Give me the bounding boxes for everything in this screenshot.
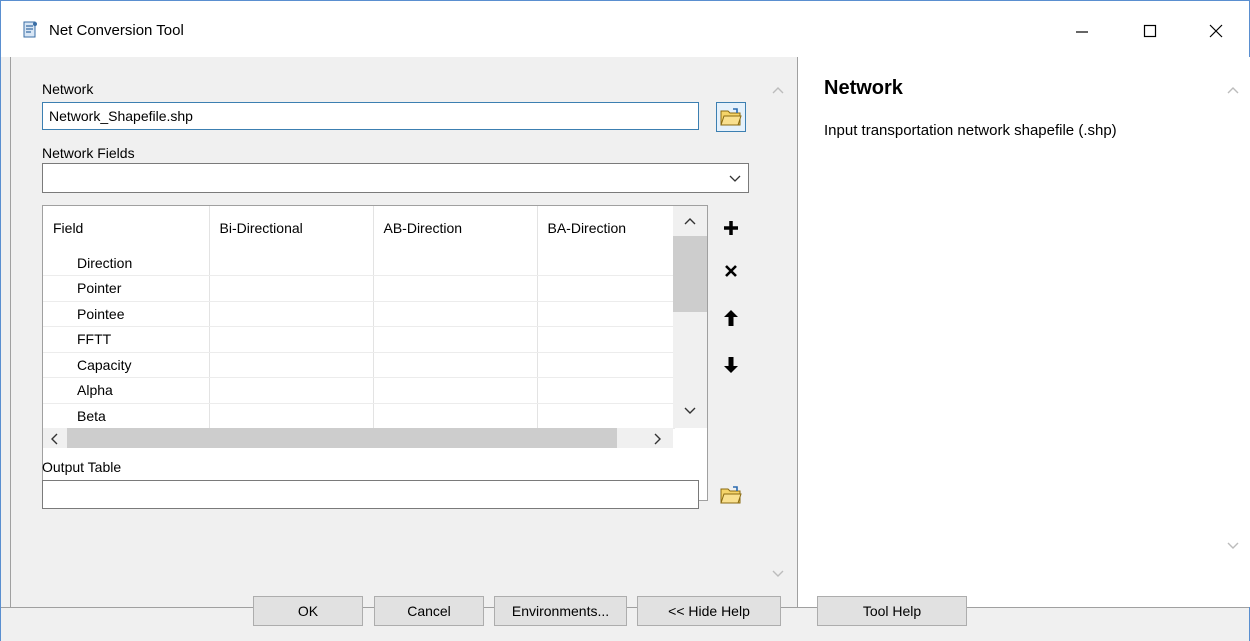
ab-direction-cell[interactable] bbox=[373, 403, 538, 429]
network-fields-dropdown[interactable] bbox=[42, 163, 749, 193]
ab-direction-cell[interactable] bbox=[373, 377, 538, 404]
bi-directional-cell[interactable] bbox=[209, 352, 374, 378]
bi-directional-cell[interactable] bbox=[209, 377, 374, 404]
minimize-icon bbox=[1076, 31, 1088, 33]
row-field-name: Capacity bbox=[43, 352, 210, 378]
ab-direction-cell[interactable] bbox=[373, 352, 538, 378]
open-folder-icon bbox=[720, 108, 742, 126]
column-header-ab-direction[interactable]: AB-Direction bbox=[373, 206, 538, 250]
output-table-input[interactable] bbox=[42, 480, 699, 509]
scroll-down-icon[interactable] bbox=[771, 569, 785, 579]
parameters-panel-scrollbar[interactable] bbox=[761, 57, 795, 607]
scroll-up-icon[interactable] bbox=[1226, 85, 1240, 95]
add-field-button[interactable] bbox=[716, 213, 746, 243]
close-button[interactable] bbox=[1193, 13, 1239, 49]
hide-help-button[interactable]: << Hide Help bbox=[637, 596, 781, 626]
network-fields-label: Network Fields bbox=[42, 145, 135, 161]
ba-direction-cell[interactable] bbox=[537, 250, 675, 276]
network-label: Network bbox=[42, 81, 94, 97]
table-row[interactable]: Alpha bbox=[43, 377, 675, 404]
ba-direction-cell[interactable] bbox=[537, 352, 675, 378]
column-header-field[interactable]: Field bbox=[43, 206, 210, 250]
ba-direction-cell[interactable] bbox=[537, 326, 675, 353]
chevron-down-icon bbox=[729, 175, 741, 182]
row-field-name: Pointer bbox=[43, 275, 210, 302]
network-input[interactable]: Network_Shapefile.shp bbox=[42, 102, 699, 130]
help-title: Network bbox=[824, 77, 903, 99]
help-panel: Network Input transportation network sha… bbox=[798, 57, 1250, 607]
fields-grid: Field Bi-Directional AB-Direction BA-Dir… bbox=[42, 205, 708, 501]
ba-direction-cell[interactable] bbox=[537, 377, 675, 404]
scroll-down-icon[interactable] bbox=[1226, 541, 1240, 551]
bi-directional-cell[interactable] bbox=[209, 301, 374, 327]
dialog-button-bar: OK Cancel Environments... << Hide Help T… bbox=[1, 596, 1249, 641]
row-field-name: Direction bbox=[43, 250, 210, 276]
output-table-browse-button[interactable] bbox=[716, 480, 746, 510]
table-row[interactable]: FFTT bbox=[43, 326, 675, 353]
net-conversion-tool-window: Net Conversion Tool Network Network_Shap… bbox=[0, 0, 1250, 641]
window-title: Net Conversion Tool bbox=[49, 22, 184, 39]
row-field-name: Beta bbox=[43, 403, 210, 429]
scroll-up-icon[interactable] bbox=[683, 216, 697, 226]
ok-button[interactable]: OK bbox=[253, 596, 363, 626]
table-row[interactable]: Direction bbox=[43, 250, 675, 276]
ab-direction-cell[interactable] bbox=[373, 326, 538, 353]
delete-icon bbox=[725, 265, 737, 277]
fields-table: Field Bi-Directional AB-Direction BA-Dir… bbox=[43, 206, 675, 429]
help-description: Input transportation network shapefile (… bbox=[824, 122, 1117, 139]
row-field-name: Alpha bbox=[43, 377, 210, 404]
tool-help-button[interactable]: Tool Help bbox=[817, 596, 967, 626]
scroll-up-icon[interactable] bbox=[771, 85, 785, 95]
grid-vertical-scrollbar[interactable] bbox=[673, 206, 707, 428]
ba-direction-cell[interactable] bbox=[537, 275, 675, 302]
bi-directional-cell[interactable] bbox=[209, 275, 374, 302]
arrow-up-icon bbox=[724, 310, 738, 326]
move-up-button[interactable] bbox=[716, 303, 746, 333]
maximize-icon bbox=[1143, 24, 1157, 38]
scroll-right-icon[interactable] bbox=[653, 432, 663, 446]
bi-directional-cell[interactable] bbox=[209, 250, 374, 276]
open-folder-icon bbox=[720, 486, 742, 504]
column-header-ba-direction[interactable]: BA-Direction bbox=[537, 206, 675, 250]
plus-icon bbox=[724, 221, 738, 235]
ab-direction-cell[interactable] bbox=[373, 250, 538, 276]
network-browse-button[interactable] bbox=[716, 102, 746, 132]
table-row[interactable]: Capacity bbox=[43, 352, 675, 378]
table-row[interactable]: Pointer bbox=[43, 275, 675, 302]
tool-script-icon bbox=[23, 21, 37, 38]
scroll-left-icon[interactable] bbox=[49, 432, 59, 446]
remove-field-button[interactable] bbox=[716, 256, 746, 286]
column-header-bi-directional[interactable]: Bi-Directional bbox=[209, 206, 374, 250]
row-field-name: FFTT bbox=[43, 326, 210, 353]
ba-direction-cell[interactable] bbox=[537, 301, 675, 327]
table-row[interactable]: Pointee bbox=[43, 301, 675, 327]
output-table-label: Output Table bbox=[42, 459, 122, 475]
arrow-down-icon bbox=[724, 357, 738, 373]
ab-direction-cell[interactable] bbox=[373, 301, 538, 327]
ba-direction-cell[interactable] bbox=[537, 403, 675, 429]
bi-directional-cell[interactable] bbox=[209, 326, 374, 353]
horizontal-scroll-thumb[interactable] bbox=[67, 428, 617, 448]
scroll-down-icon[interactable] bbox=[683, 406, 697, 416]
move-down-button[interactable] bbox=[716, 350, 746, 380]
cancel-button[interactable]: Cancel bbox=[374, 596, 484, 626]
table-row[interactable]: Beta bbox=[43, 403, 675, 429]
row-field-name: Pointee bbox=[43, 301, 210, 327]
ab-direction-cell[interactable] bbox=[373, 275, 538, 302]
vertical-scroll-thumb[interactable] bbox=[673, 236, 707, 312]
title-bar: Net Conversion Tool bbox=[1, 1, 1249, 57]
horizontal-scroll-track[interactable] bbox=[43, 428, 673, 448]
maximize-button[interactable] bbox=[1127, 13, 1173, 49]
minimize-button[interactable] bbox=[1059, 13, 1105, 49]
parameters-panel: Network Network_Shapefile.shp Network Fi… bbox=[10, 57, 807, 607]
environments-button[interactable]: Environments... bbox=[494, 596, 627, 626]
close-icon bbox=[1209, 24, 1223, 38]
bi-directional-cell[interactable] bbox=[209, 403, 374, 429]
